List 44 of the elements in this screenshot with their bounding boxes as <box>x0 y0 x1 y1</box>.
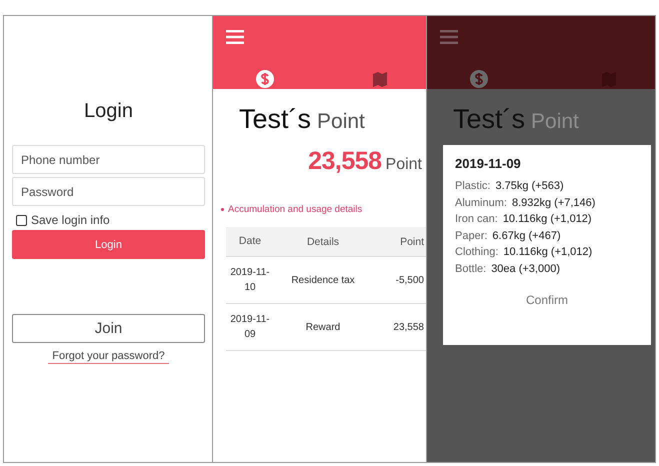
material-label: Clothing: <box>455 246 498 258</box>
material-label: Aluminum: <box>455 196 507 208</box>
dollar-icon[interactable] <box>469 69 489 89</box>
material-value: 10.116kg (+1,012) <box>503 246 592 258</box>
table-cell-text: Residence tax <box>290 274 356 286</box>
dialog-date: 2019-11-09 <box>455 156 522 171</box>
user-name: Test´s <box>453 104 526 135</box>
material-label: Bottle: <box>455 262 486 274</box>
point-total: 23,558 <box>308 147 382 176</box>
title-suffix: Point <box>317 110 365 134</box>
section-title: Accumulation and usage details <box>228 204 362 215</box>
column-header: Date <box>238 234 262 249</box>
column-header: Details <box>306 236 340 248</box>
input-field[interactable]: Phone number <box>12 145 205 174</box>
material-value: 8.932kg (+7,146) <box>512 196 596 208</box>
checkbox-label: Save login info <box>31 213 110 227</box>
dollar-icon[interactable] <box>255 69 275 89</box>
table-cell-text: 2019-11-09 <box>229 313 271 342</box>
material-label: Paper: <box>455 230 488 242</box>
material-label: Iron can: <box>455 213 498 225</box>
table-cell-text: Reward <box>304 322 342 332</box>
menu-icon[interactable] <box>226 30 244 44</box>
input-field[interactable]: Password <box>12 177 205 206</box>
column-header: Point <box>399 236 425 248</box>
title-suffix: Point <box>531 110 579 134</box>
table-cell-text: 2019-11-10 <box>229 266 271 295</box>
material-value: 3.75kg (+563) <box>495 180 564 192</box>
confirm-button[interactable]: Confirm <box>520 292 574 308</box>
user-name: Test´s <box>239 104 312 135</box>
join-button[interactable]: Join <box>12 314 205 343</box>
login-title: Login <box>83 100 134 123</box>
forgot-password-link[interactable]: Forgot your password? <box>48 350 169 364</box>
material-value: 10.116kg (+1,012) <box>502 213 592 225</box>
map-icon[interactable] <box>370 69 390 89</box>
table-cell-text: 23,558 <box>392 322 425 332</box>
bullet-icon <box>221 208 224 211</box>
material-value: 30ea (+3,000) <box>491 262 560 274</box>
login-button[interactable]: Login <box>12 230 205 259</box>
table-cell-text: -5,500 <box>394 274 425 286</box>
checkbox[interactable] <box>16 214 27 226</box>
material-label: Plastic: <box>455 180 490 192</box>
menu-icon[interactable] <box>440 30 458 44</box>
point-unit: Point <box>386 156 422 174</box>
material-value: 6.67kg (+467) <box>492 230 561 242</box>
